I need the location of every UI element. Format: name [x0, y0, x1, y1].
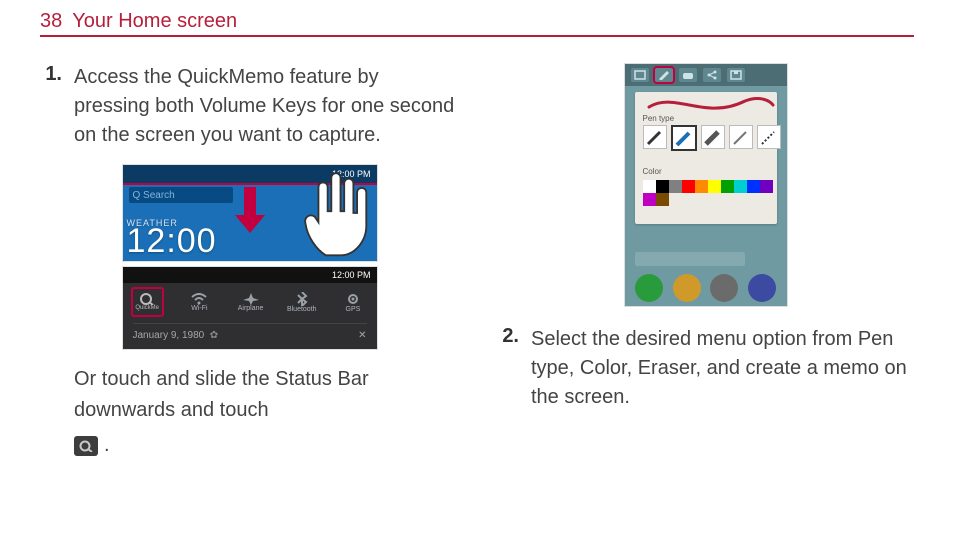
figure-2: Pen type Color — [497, 63, 914, 307]
date-row: January 9, 1980 ✿ ✕ — [133, 323, 367, 341]
date-text: January 9, 1980 — [133, 330, 205, 341]
weather-widget: WEATHER 12:00 — [127, 218, 217, 261]
fig2-topbar — [625, 64, 787, 86]
color-swatch — [656, 180, 669, 193]
search-placeholder: Q Search — [133, 190, 175, 201]
color-swatch — [643, 193, 656, 206]
weather-label: WEATHER — [127, 218, 217, 228]
pen-option-3 — [701, 125, 725, 149]
status-clock: 12:00 PM — [332, 270, 371, 280]
step-number: 2. — [497, 325, 519, 412]
fig1-home-screenshot: 12:00 PM Q Search WEATHER 12:00 — [122, 164, 378, 262]
page-header: 38 Your Home screen — [40, 10, 914, 37]
gps-icon — [346, 292, 360, 306]
continuation-text-a: Or touch and slide the Status Bar downwa… — [74, 364, 457, 426]
fig2-pen-panel-screenshot: Pen type Color — [624, 63, 788, 307]
step-text: Select the desired menu option from Pen … — [531, 325, 914, 412]
color-swatch — [669, 180, 682, 193]
hand-gesture-icon — [287, 167, 378, 259]
step-number: 1. — [40, 63, 62, 150]
dock-apps-icon — [710, 274, 738, 302]
pen-option-1 — [643, 125, 667, 149]
pen-tool-icon — [655, 68, 673, 82]
pen-type-label: Pen type — [643, 114, 769, 123]
dock-messaging-icon — [673, 274, 701, 302]
pen-option-5 — [757, 125, 781, 149]
figure-1: 12:00 PM Q Search WEATHER 12:00 — [40, 164, 457, 350]
color-label: Color — [643, 167, 769, 176]
fig2-search-bar — [635, 252, 745, 266]
pen-type-row — [643, 125, 769, 151]
stroke-preview-icon — [645, 95, 775, 113]
eraser-icon — [679, 68, 697, 82]
step-1: 1. Access the QuickMemo feature by press… — [40, 63, 457, 150]
color-swatch — [708, 180, 721, 193]
step-text: Access the QuickMemo feature by pressing… — [74, 63, 457, 150]
quick-toggles-row: QuickMe Wi-Fi Airplane — [131, 287, 369, 317]
step-1-continuation: Or touch and slide the Status Bar downwa… — [74, 364, 457, 461]
share-icon — [703, 68, 721, 82]
settings-icon: ✿ — [210, 330, 218, 341]
dock-phone-icon — [635, 274, 663, 302]
fig1-notification-panel: 12:00 PM QuickMe Wi-Fi — [122, 266, 378, 350]
color-palette — [643, 180, 773, 206]
airplane-toggle: Airplane — [235, 293, 266, 312]
search-bar: Q Search — [129, 187, 233, 203]
quickmemo-toggle: QuickMe — [131, 287, 164, 317]
left-column: 1. Access the QuickMemo feature by press… — [40, 63, 457, 461]
page-number: 38 — [40, 10, 62, 33]
color-swatch — [760, 180, 773, 193]
color-swatch — [682, 180, 695, 193]
status-bar: 12:00 PM — [123, 267, 377, 283]
right-column: Pen type Color — [497, 63, 914, 461]
pen-options-panel: Pen type Color — [635, 92, 777, 224]
color-swatch — [656, 193, 669, 206]
quickmemo-icon — [74, 436, 98, 456]
color-swatch — [734, 180, 747, 193]
wifi-toggle: Wi-Fi — [184, 293, 215, 312]
bluetooth-toggle: Bluetooth — [286, 292, 317, 313]
pen-option-2-selected — [671, 125, 697, 151]
swipe-down-arrow-icon — [233, 187, 267, 235]
bluetooth-icon — [296, 292, 308, 306]
section-title: Your Home screen — [72, 10, 237, 33]
quickmemo-label: QuickMe — [135, 305, 159, 311]
airplane-icon — [243, 293, 259, 305]
color-swatch — [747, 180, 760, 193]
color-swatch — [695, 180, 708, 193]
pen-option-4 — [729, 125, 753, 149]
wifi-icon — [191, 293, 207, 305]
dock-internet-icon — [748, 274, 776, 302]
step-2: 2. Select the desired menu option from P… — [497, 325, 914, 412]
fig2-dock — [625, 274, 787, 302]
close-icon: ✕ — [358, 330, 366, 341]
overlay-icon — [631, 68, 649, 82]
color-swatch — [721, 180, 734, 193]
continuation-text-b: . — [104, 430, 110, 461]
color-swatch — [643, 180, 656, 193]
gps-toggle: GPS — [337, 292, 368, 313]
save-icon — [727, 68, 745, 82]
